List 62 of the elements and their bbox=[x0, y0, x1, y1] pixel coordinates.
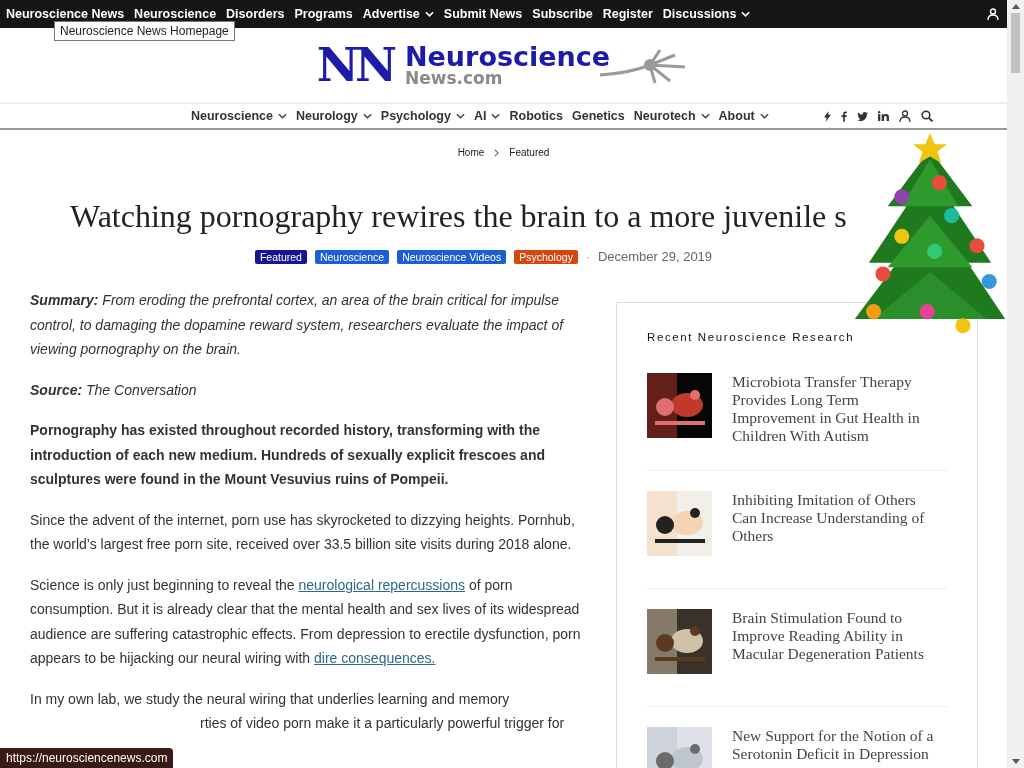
facebook-icon[interactable] bbox=[840, 110, 847, 122]
sidebar-heading: Recent Neuroscience Research bbox=[647, 331, 856, 343]
separator-dot: · bbox=[585, 249, 590, 264]
scroll-up-icon[interactable] bbox=[1011, 4, 1020, 9]
nav-menu-link[interactable]: AI bbox=[473, 109, 501, 123]
tooltip: Neuroscience News Homepage bbox=[54, 21, 235, 41]
article-paragraph: Summary: From eroding the prefrontal cortex, an area of the brain critical for impulse control, to damaging the dopamine reward system, researchers evaluate the impact of viewing pornography on the brain. bbox=[30, 291, 566, 359]
search-icon[interactable] bbox=[920, 110, 933, 122]
publish-date: December 29, 2019 bbox=[597, 249, 713, 264]
category-tag[interactable]: Featured bbox=[254, 249, 307, 264]
article-link[interactable]: neurological repercussions bbox=[298, 576, 466, 593]
top-menu-link[interactable]: Neuroscience bbox=[134, 7, 217, 21]
chevron-down-icon bbox=[455, 113, 465, 119]
post-title-link[interactable]: Microbiota Transfer Therapy Provides Long Term Improvement in Gut Health in Children With Autism bbox=[732, 373, 944, 445]
post-title-link[interactable]: New Support for the Notion of a Serotonin Deficit in Depression bbox=[732, 727, 944, 763]
user-icon[interactable] bbox=[987, 8, 999, 20]
top-menu-link[interactable]: Neuroscience News bbox=[6, 7, 125, 21]
article-text-line: In my own lab, we study the neural wiring that underlies learning and memory bbox=[30, 689, 511, 709]
article-text-line: rties of video porn make it a particularly powerful trigger for bbox=[199, 714, 566, 733]
category-tag[interactable]: Neuroscience bbox=[314, 249, 390, 264]
scroll-down-icon[interactable] bbox=[1011, 759, 1020, 764]
top-menu-link[interactable]: Submit News bbox=[443, 7, 523, 21]
article-title: Watching pornography rewires the brain to a more juvenile s bbox=[70, 198, 848, 235]
chevron-down-icon bbox=[700, 113, 710, 119]
nav-menu-link[interactable]: Neuroscience bbox=[191, 109, 287, 123]
chevron-down-icon bbox=[278, 113, 287, 119]
chevron-right-icon bbox=[494, 148, 500, 157]
nav-menu-link[interactable]: Psychology bbox=[380, 109, 465, 123]
top-menu-link[interactable]: Discussions bbox=[662, 7, 751, 21]
post-title-link[interactable]: Inhibiting Imitation of Others Can Increase Understanding of Others bbox=[732, 491, 944, 545]
breadcrumb-link[interactable]: Home bbox=[457, 147, 485, 158]
top-menu-link[interactable]: Register bbox=[602, 7, 653, 21]
category-tag[interactable]: Neuroscience Videos bbox=[397, 249, 507, 264]
post-title-link[interactable]: Brain Stimulation Found to Improve Reading Ability in Macular Degeneration Patients bbox=[732, 609, 944, 663]
status-bar-url: https://neurosciencenews.com bbox=[0, 748, 174, 768]
breadcrumb-link[interactable]: Featured bbox=[509, 147, 550, 158]
nav-menu-link[interactable]: Neurotech bbox=[633, 109, 710, 123]
article-paragraph: Source: The Conversation bbox=[30, 380, 198, 400]
article-link[interactable]: dire consequences. bbox=[314, 650, 436, 666]
nav-menu-link[interactable]: Genetics bbox=[571, 109, 625, 123]
chevron-down-icon bbox=[362, 113, 372, 119]
category-tag[interactable]: Psychology bbox=[514, 249, 578, 264]
twitter-icon[interactable] bbox=[856, 111, 868, 121]
top-menu-link[interactable]: Subscribe bbox=[532, 7, 593, 21]
nav-menu-link[interactable]: Robotics bbox=[509, 109, 563, 123]
top-menu-link[interactable]: Advertise bbox=[362, 7, 434, 21]
article-paragraph: Science is only just beginning to reveal the neurological repercussions of porn consumption. But it is already clear that the mental health and sex lives of its widespread audience are suffering catastrophic effects. From depression to erectile dysfunction, porn appears to be hijacking our neural wiring with dire consequences. bbox=[30, 575, 582, 668]
scrollbar[interactable] bbox=[1007, 0, 1024, 768]
top-menu-link[interactable]: Programs bbox=[294, 7, 353, 21]
chevron-down-icon bbox=[491, 113, 501, 119]
chevron-down-icon bbox=[424, 11, 434, 17]
nav-menu-link[interactable]: Neurology bbox=[296, 109, 372, 123]
article-paragraph: Since the advent of the internet, porn use has skyrocketed to dizzying heights. Pornhub, the world’s largest free porn site, received over 33.5 billion site visits during 2018 alone. bbox=[30, 510, 576, 554]
user-icon[interactable] bbox=[898, 110, 911, 122]
article-paragraph: Pornography has existed throughout recorded history, transforming with the introduction of each new medium. Hundreds of sexually explicit frescoes and sculptures were found in the Mount Vesuvius ruins of Pompeii. bbox=[30, 421, 546, 489]
scroll-thumb[interactable] bbox=[1011, 13, 1020, 73]
top-menu-link[interactable]: Disorders bbox=[226, 7, 285, 21]
chevron-down-icon bbox=[741, 11, 751, 17]
bolt-icon[interactable] bbox=[823, 110, 831, 122]
linkedin-icon[interactable] bbox=[877, 111, 889, 121]
nav-menu-link[interactable]: About bbox=[718, 109, 769, 123]
chevron-down-icon bbox=[759, 113, 769, 119]
